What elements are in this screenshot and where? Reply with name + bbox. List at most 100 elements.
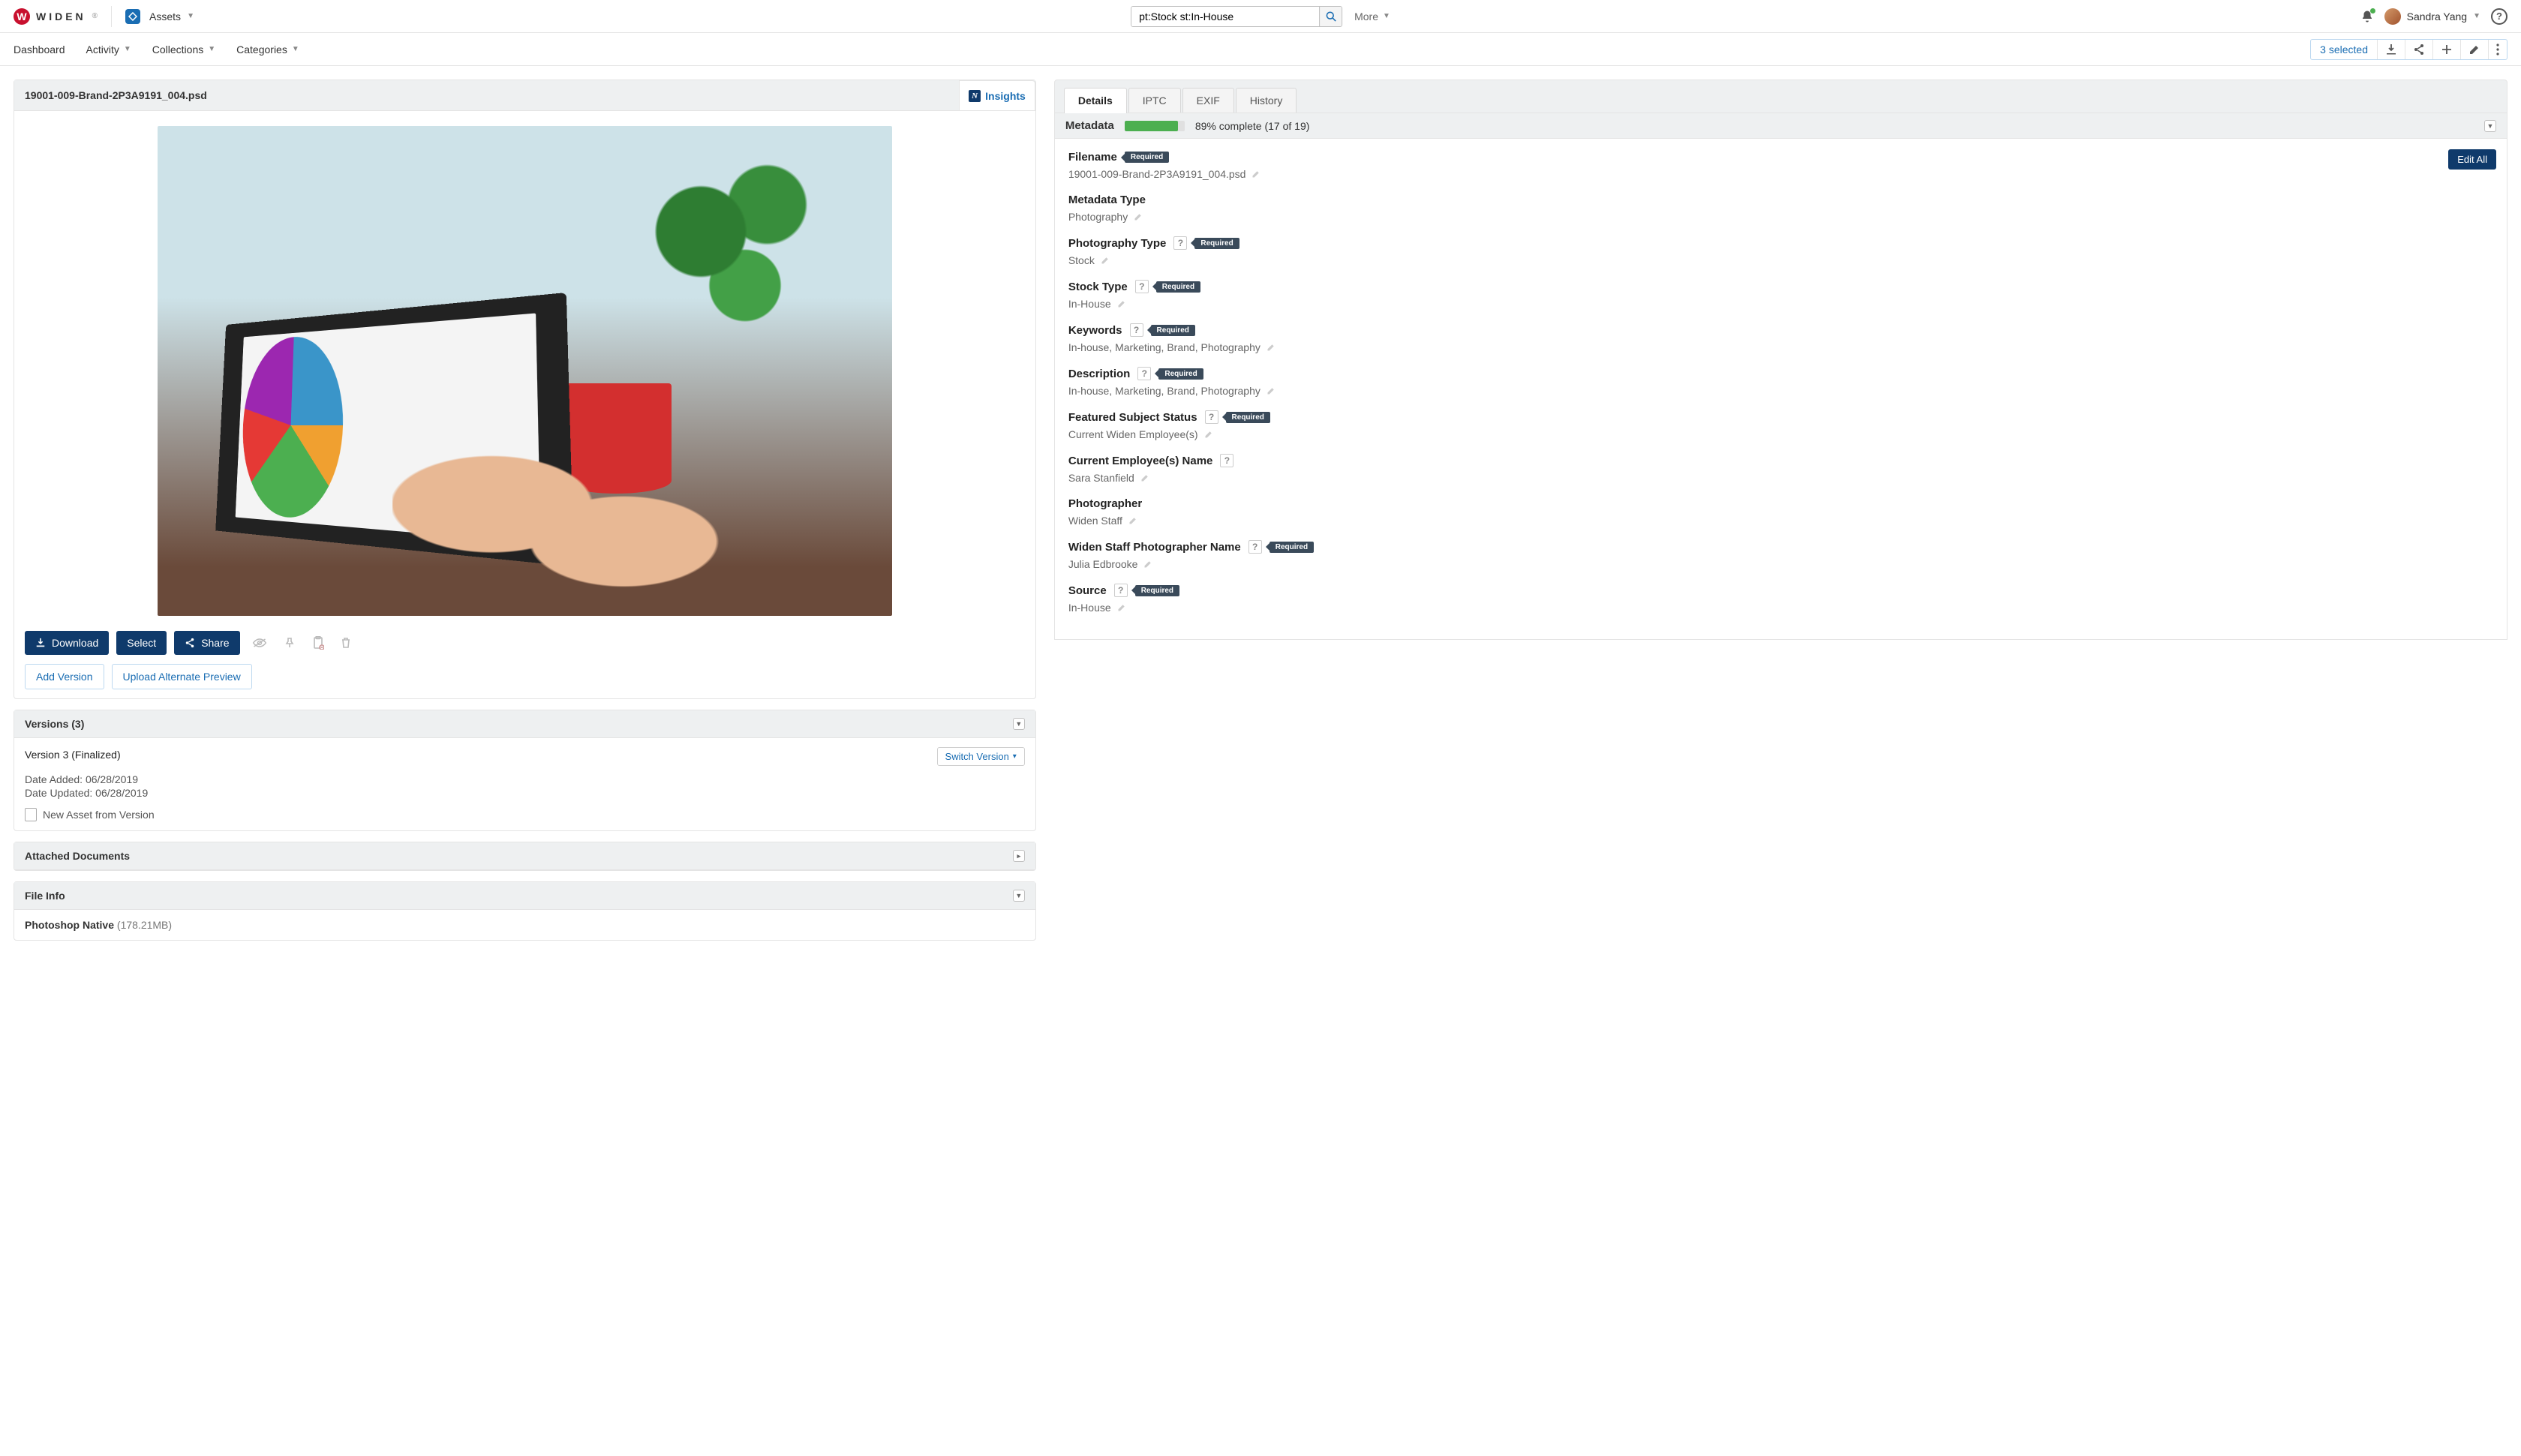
clipboard-button[interactable] (308, 633, 329, 653)
edit-field-button[interactable] (1117, 603, 1126, 612)
field-help-button[interactable]: ? (1173, 236, 1187, 250)
required-badge: Required (1194, 238, 1239, 249)
required-badge: Required (1135, 585, 1179, 596)
select-button[interactable]: Select (116, 631, 167, 655)
field-help-button[interactable]: ? (1220, 454, 1233, 467)
field-value: Julia Edbrooke (1068, 558, 1138, 570)
field-help-button[interactable]: ? (1248, 540, 1262, 554)
more-selection-button[interactable] (2488, 40, 2507, 59)
edit-field-button[interactable] (1128, 516, 1137, 525)
edit-field-button[interactable] (1267, 343, 1276, 352)
nav-dashboard[interactable]: Dashboard (14, 36, 65, 63)
edit-field-button[interactable] (1101, 256, 1110, 265)
tab-details[interactable]: Details (1064, 88, 1127, 113)
selected-count[interactable]: 3 selected (2311, 40, 2377, 59)
download-selection-button[interactable] (2377, 40, 2405, 59)
help-button[interactable]: ? (2491, 8, 2507, 25)
attached-documents-title: Attached Documents (25, 850, 130, 862)
field-label-row: Featured Subject Status?Required (1068, 410, 2493, 424)
metadata-field: Description?RequiredIn-house, Marketing,… (1068, 367, 2493, 397)
new-asset-from-version[interactable]: New Asset from Version (25, 808, 1025, 821)
edit-field-button[interactable] (1267, 386, 1276, 395)
search-button[interactable] (1319, 7, 1342, 26)
chevron-down-icon: ▼ (124, 45, 131, 53)
notifications-button[interactable] (2360, 10, 2374, 23)
nav-collections[interactable]: Collections▼ (152, 36, 215, 63)
asset-filename: 19001-009-Brand-2P3A9191_004.psd (25, 89, 207, 101)
edit-selection-button[interactable] (2460, 40, 2488, 59)
delete-button[interactable] (336, 634, 356, 652)
field-value: Stock (1068, 254, 1095, 266)
pin-button[interactable] (279, 634, 300, 652)
required-badge: Required (1158, 368, 1203, 380)
tab-iptc[interactable]: IPTC (1128, 88, 1181, 113)
metadata-field: Stock Type?RequiredIn-House (1068, 280, 2493, 310)
field-value: Sara Stanfield (1068, 472, 1134, 484)
metadata-field: Current Employee(s) Name?Sara Stanfield (1068, 454, 2493, 484)
field-value-row: Stock (1068, 254, 2493, 266)
search-input[interactable] (1131, 7, 1319, 26)
user-menu[interactable]: Sandra Yang ▼ (2384, 8, 2480, 25)
collapse-button[interactable]: ▼ (1013, 890, 1025, 902)
download-button[interactable]: Download (25, 631, 109, 655)
avatar (2384, 8, 2401, 25)
edit-field-button[interactable] (1204, 430, 1213, 439)
brand-logo[interactable]: W WIDEN ® (14, 8, 98, 25)
metadata-field: PhotographerWiden Staff (1068, 497, 2493, 527)
expand-button[interactable]: ▸ (1013, 850, 1025, 862)
switch-version-label: Switch Version (945, 751, 1009, 762)
field-label-row: Source?Required (1068, 584, 2493, 597)
metadata-field: Widen Staff Photographer Name?RequiredJu… (1068, 540, 2493, 570)
chevron-down-icon: ▼ (187, 12, 194, 20)
field-label-row: Keywords?Required (1068, 323, 2493, 337)
metadata-pct-text: 89% complete (17 of 19) (1195, 120, 1310, 132)
kebab-icon (2496, 44, 2499, 56)
edit-field-button[interactable] (1117, 299, 1126, 308)
right-column: Details IPTC EXIF History Metadata 89% c… (1054, 80, 2507, 640)
visibility-button[interactable] (248, 635, 272, 651)
file-info-panel: File Info ▼ Photoshop Native (178.21MB) (14, 881, 1036, 941)
edit-field-button[interactable] (1134, 212, 1143, 221)
nav-label: Activity (86, 44, 119, 56)
nav-bar: Dashboard Activity ▼ Collections▼ Categor… (0, 33, 2521, 66)
field-value-row: Photography (1068, 211, 2493, 223)
add-selection-button[interactable] (2432, 40, 2460, 59)
edit-field-button[interactable] (1251, 170, 1260, 179)
field-help-button[interactable]: ? (1130, 323, 1143, 337)
field-help-button[interactable]: ? (1137, 367, 1151, 380)
share-selection-button[interactable] (2405, 40, 2432, 59)
versions-panel-head: Versions (3) ▼ (14, 710, 1035, 738)
nav-categories[interactable]: Categories▼ (236, 36, 299, 63)
tab-history[interactable]: History (1236, 88, 1297, 113)
assets-dropdown[interactable]: Assets ▼ (149, 11, 194, 23)
field-value: In-House (1068, 602, 1111, 614)
edit-field-button[interactable] (1140, 473, 1149, 482)
bell-icon (2360, 10, 2374, 23)
clipboard-icon (312, 636, 324, 650)
app-switcher-icon[interactable] (125, 9, 140, 24)
upload-alt-preview-button[interactable]: Upload Alternate Preview (112, 664, 252, 689)
edit-all-button[interactable]: Edit All (2448, 149, 2496, 170)
chevron-down-icon: ▼ (1383, 12, 1390, 20)
share-button[interactable]: Share (174, 631, 239, 655)
left-column: 19001-009-Brand-2P3A9191_004.psd N Insig… (14, 80, 1036, 941)
field-help-button[interactable]: ? (1114, 584, 1128, 597)
file-size: (178.21MB) (117, 919, 172, 931)
insights-icon: N (969, 90, 981, 102)
switch-version-button[interactable]: Switch Version ▾ (937, 747, 1025, 766)
preview-image[interactable] (158, 126, 893, 616)
divider (111, 6, 112, 27)
field-help-button[interactable]: ? (1135, 280, 1149, 293)
field-value-row: Current Widen Employee(s) (1068, 428, 2493, 440)
brand-name: WIDEN (36, 11, 86, 23)
tab-exif[interactable]: EXIF (1182, 88, 1234, 113)
collapse-button[interactable]: ▼ (2484, 120, 2496, 132)
topbar-right: Sandra Yang ▼ ? (2360, 8, 2507, 25)
insights-button[interactable]: N Insights (959, 80, 1035, 110)
edit-field-button[interactable] (1143, 560, 1152, 569)
field-help-button[interactable]: ? (1205, 410, 1218, 424)
collapse-button[interactable]: ▼ (1013, 718, 1025, 730)
add-version-button[interactable]: Add Version (25, 664, 104, 689)
nav-activity[interactable]: Activity ▼ (86, 36, 131, 63)
more-dropdown[interactable]: More ▼ (1354, 11, 1390, 23)
